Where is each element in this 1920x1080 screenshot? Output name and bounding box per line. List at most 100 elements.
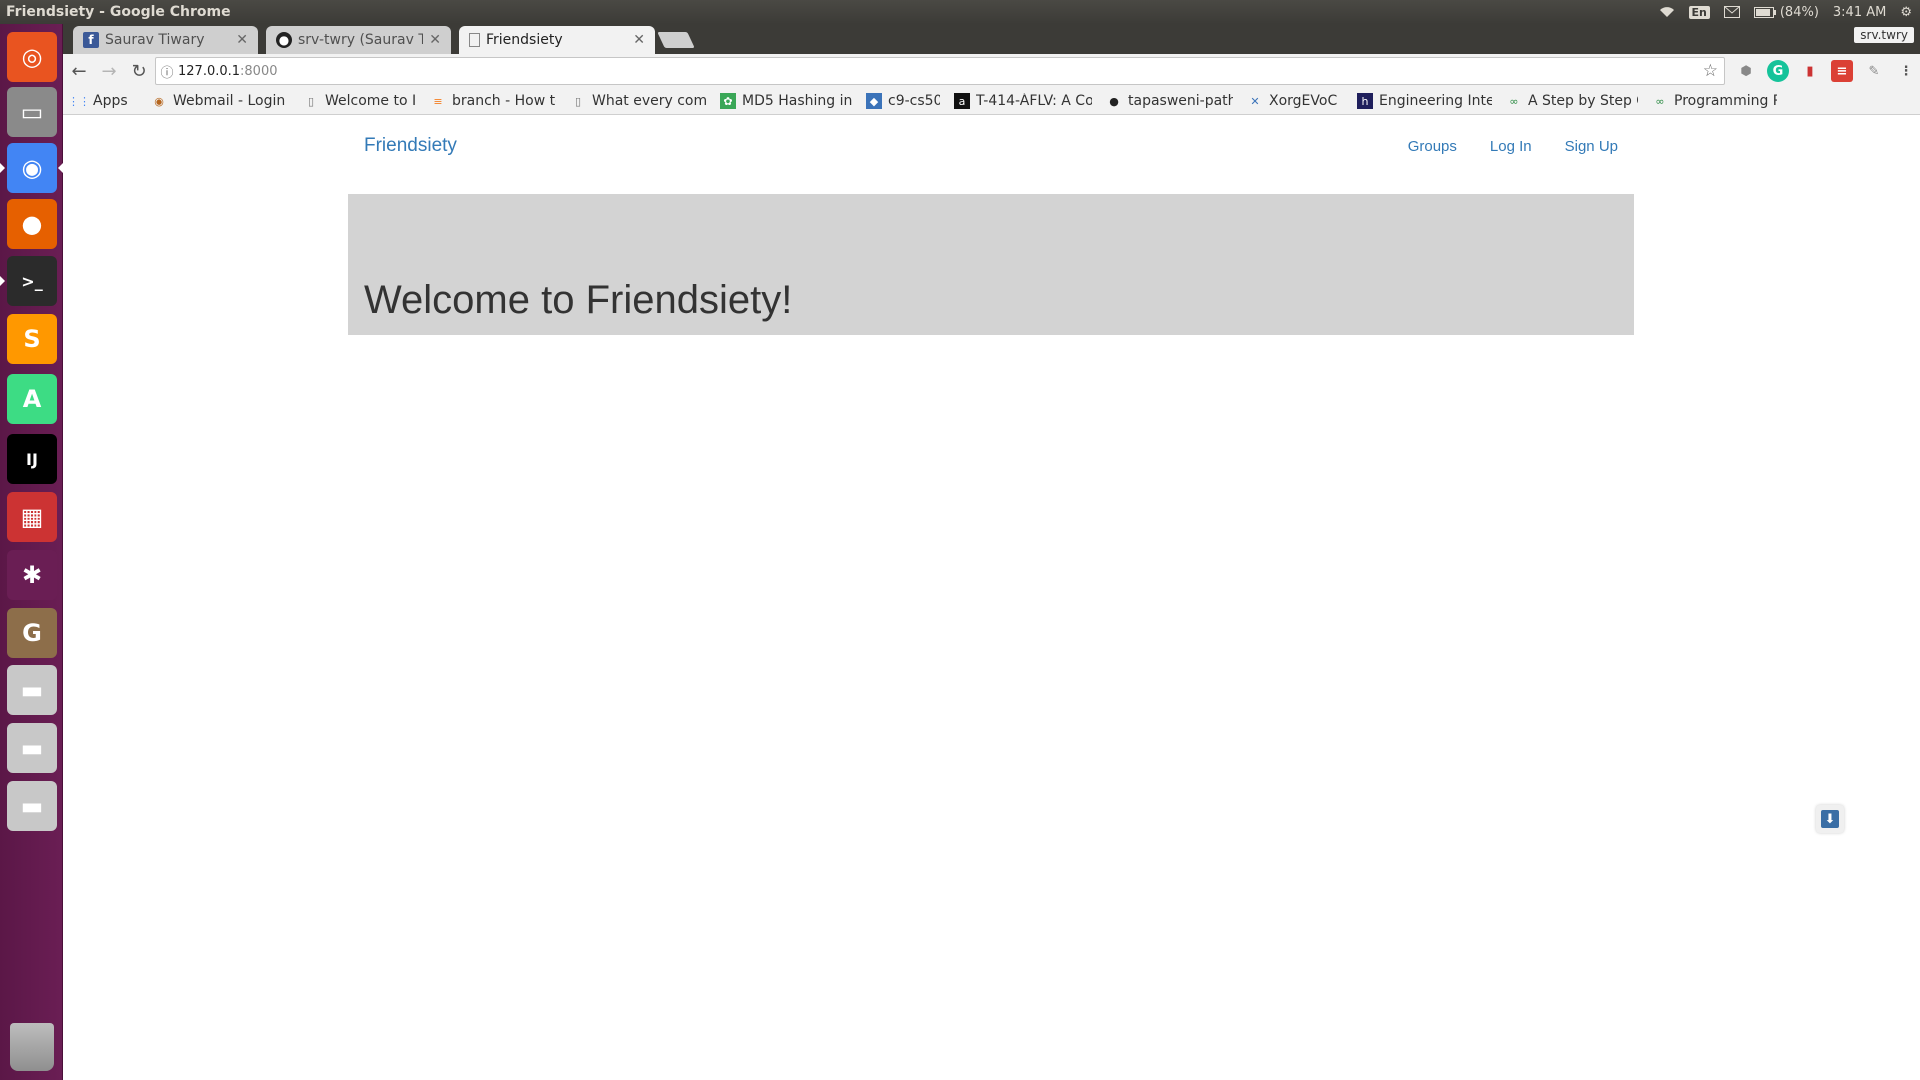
- c9-icon: ◆: [866, 93, 882, 109]
- info-icon[interactable]: ⓘ: [156, 62, 178, 81]
- reload-button[interactable]: ↻: [125, 57, 153, 85]
- gfg-icon: ∞: [1509, 94, 1519, 108]
- gear-icon[interactable]: ⚙: [1900, 5, 1912, 20]
- web-page: Friendsiety Groups Log In Sign Up Welcom…: [63, 115, 1920, 1080]
- launcher-drive-1-icon[interactable]: ▬: [7, 665, 57, 715]
- tab-friendsiety[interactable]: Friendsiety ✕: [459, 26, 655, 54]
- tab-label: Saurav Tiwary: [105, 32, 205, 48]
- nav-groups-link[interactable]: Groups: [1408, 138, 1457, 155]
- back-button[interactable]: ←: [65, 57, 93, 85]
- tab-github[interactable]: ● srv-twry (Saurav Ti ✕: [266, 26, 451, 54]
- battery-indicator[interactable]: (84%): [1753, 4, 1819, 20]
- bookmark-item[interactable]: ✕ XorgEVoC: [1247, 93, 1343, 109]
- clock[interactable]: 3:41 AM: [1833, 5, 1886, 20]
- launcher-drive-2-icon[interactable]: ▬: [7, 723, 57, 773]
- github-icon: ●: [276, 32, 292, 48]
- bookmark-label: T-414-ÁFLV: A Co: [976, 93, 1092, 109]
- launcher-drive-3-icon[interactable]: ▬: [7, 781, 57, 831]
- grammarly-icon[interactable]: G: [1767, 60, 1789, 82]
- unity-launcher: ◎ ▭ ◉ ● >_ S A IJ ▦ ✱ G ▬ ▬ ▬: [0, 24, 63, 1080]
- launcher-gimp-icon[interactable]: G: [7, 608, 57, 658]
- site-brand-link[interactable]: Friendsiety: [364, 135, 1408, 157]
- todoist-icon[interactable]: ≡: [1831, 60, 1853, 82]
- pen-icon[interactable]: ✎: [1863, 60, 1885, 82]
- tab-facebook[interactable]: f Saurav Tiwary ✕: [73, 26, 258, 54]
- battery-icon: [1753, 6, 1776, 18]
- browser-toolbar: ← → ↻ ⓘ 127.0.0.1:8000 ☆ ⬢ G ▮ ≡ ✎ ⋮: [63, 54, 1920, 88]
- bookmark-item[interactable]: ▯ What every comp: [570, 93, 706, 109]
- bookmark-item[interactable]: ∞ A Step by Step G: [1506, 93, 1638, 109]
- xorg-icon: ✕: [1250, 94, 1260, 108]
- launcher-network-app-icon[interactable]: ✱: [7, 550, 57, 600]
- battery-percent: (84%): [1779, 4, 1819, 20]
- trash-icon[interactable]: [10, 1023, 54, 1071]
- bookmark-label: Programming P: [1674, 93, 1777, 109]
- a-icon: a: [954, 93, 970, 109]
- bookmark-label: Welcome to IIT P: [325, 93, 416, 109]
- page-icon: ▯: [574, 94, 582, 108]
- launcher-colored-app-icon[interactable]: ▦: [7, 492, 57, 542]
- bookmark-item[interactable]: ◆ c9-cs50: [866, 93, 940, 109]
- h-icon: h: [1357, 93, 1373, 109]
- bookmark-item[interactable]: ⋮⋮ Apps: [68, 93, 137, 109]
- tab-label: Friendsiety: [486, 32, 563, 48]
- system-indicators: En (84%) 3:41 AM ⚙: [1659, 5, 1920, 20]
- page-icon: [469, 33, 480, 47]
- download-arrow-icon: ⬇: [1821, 810, 1839, 828]
- bookmark-label: c9-cs50: [888, 93, 940, 109]
- close-icon[interactable]: ✕: [236, 32, 248, 48]
- bookmarks-bar: ⋮⋮Apps ◉ Webmail - Login ▯ Welcome to IIT P ≡…: [63, 88, 1920, 115]
- bookmark-label: Apps: [93, 93, 128, 109]
- close-icon[interactable]: ✕: [633, 32, 645, 48]
- bookmark-item[interactable]: h Engineering Inte: [1357, 93, 1492, 109]
- nav-signup-link[interactable]: Sign Up: [1565, 138, 1618, 155]
- extension-icons: ⬢ G ▮ ≡ ✎ ⋮: [1735, 60, 1917, 82]
- bookmark-item[interactable]: a T-414-ÁFLV: A Co: [954, 93, 1092, 109]
- launcher-terminal-icon[interactable]: >_: [7, 256, 57, 306]
- tab-strip: f Saurav Tiwary ✕ ● srv-twry (Saurav Ti …: [63, 24, 1920, 54]
- bookmark-label: Engineering Inte: [1379, 93, 1492, 109]
- nav-login-link[interactable]: Log In: [1490, 138, 1532, 155]
- close-icon[interactable]: ✕: [429, 32, 441, 48]
- profile-badge[interactable]: srv.twry: [1854, 27, 1914, 43]
- apps-grid-icon: ⋮⋮: [68, 94, 90, 108]
- page-icon: ▯: [307, 94, 315, 108]
- facebook-icon: f: [83, 32, 99, 48]
- launcher-android-studio-icon[interactable]: A: [7, 374, 57, 424]
- launcher-firefox-icon[interactable]: ●: [7, 199, 57, 249]
- color-bars-icon[interactable]: ▮: [1799, 60, 1821, 82]
- forward-button[interactable]: →: [95, 57, 123, 85]
- url-host: 127.0.0.1: [178, 63, 241, 79]
- bookmark-label: Webmail - Login: [173, 93, 286, 109]
- welcome-heading: Welcome to Friendsiety!: [364, 278, 793, 322]
- mail-icon[interactable]: [1723, 6, 1740, 18]
- leaf-icon: ✿: [720, 93, 736, 109]
- download-widget[interactable]: ⬇: [1816, 805, 1844, 833]
- shield-icon[interactable]: ⬢: [1735, 60, 1757, 82]
- bookmark-item[interactable]: ▯ Welcome to IIT P: [303, 93, 416, 109]
- new-tab-button[interactable]: [657, 32, 695, 48]
- launcher-intellij-icon[interactable]: IJ: [7, 434, 57, 484]
- bookmark-label: What every comp: [592, 93, 706, 109]
- bookmark-item[interactable]: ✿ MD5 Hashing in: [720, 93, 852, 109]
- bookmark-label: XorgEVoC: [1269, 93, 1338, 109]
- language-label: En: [1688, 5, 1710, 19]
- address-bar[interactable]: ⓘ 127.0.0.1:8000 ☆: [155, 57, 1725, 85]
- launcher-sublime-text-icon[interactable]: S: [7, 314, 57, 364]
- bookmark-item[interactable]: ● tapasweni-path: [1106, 93, 1233, 109]
- wifi-icon[interactable]: [1659, 6, 1675, 18]
- bookmark-star-icon[interactable]: ☆: [1703, 61, 1718, 81]
- keyboard-language-indicator[interactable]: En: [1688, 5, 1710, 19]
- launcher-ubuntu-dash-icon[interactable]: ◎: [7, 32, 57, 82]
- browser-window: f Saurav Tiwary ✕ ● srv-twry (Saurav Ti …: [63, 24, 1920, 115]
- bookmark-item[interactable]: ◉ Webmail - Login: [151, 93, 289, 109]
- launcher-files-icon[interactable]: ▭: [7, 87, 57, 137]
- launcher-chrome-icon[interactable]: ◉: [7, 143, 57, 193]
- site-navbar: Friendsiety Groups Log In Sign Up: [348, 115, 1634, 177]
- bookmark-item[interactable]: ∞ Programming P: [1652, 93, 1777, 109]
- menu-kebab-icon[interactable]: ⋮: [1895, 60, 1917, 82]
- bookmark-label: branch - How to: [452, 93, 556, 109]
- bookmark-item[interactable]: ≡ branch - How to: [430, 93, 556, 109]
- bookmark-label: tapasweni-path: [1128, 93, 1233, 109]
- stackoverflow-icon: ≡: [433, 94, 443, 108]
